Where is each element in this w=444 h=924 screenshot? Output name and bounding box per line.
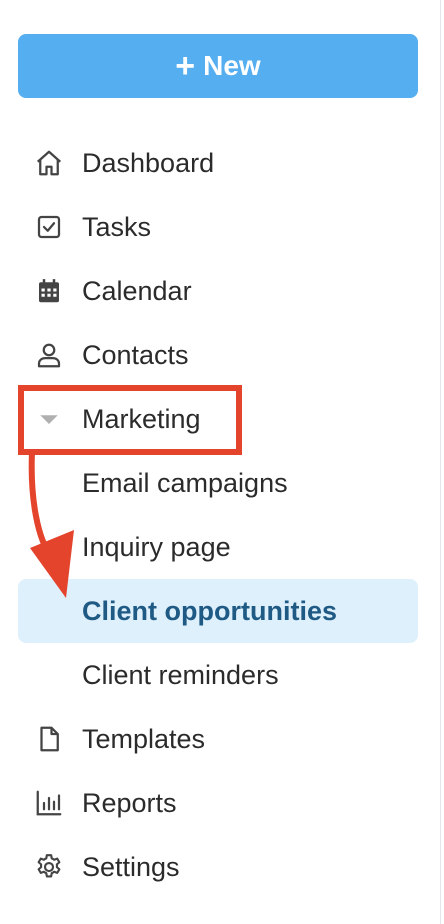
checkbox-icon xyxy=(32,210,66,244)
nav-item-tasks[interactable]: Tasks xyxy=(18,195,418,259)
nav-label-contacts: Contacts xyxy=(82,339,189,370)
nav-item-reports[interactable]: Reports xyxy=(18,771,418,835)
bar-chart-icon xyxy=(32,786,66,820)
new-button[interactable]: + New xyxy=(18,34,418,98)
nav-item-settings[interactable]: Settings xyxy=(18,835,418,899)
sidebar: + New Dashboard Tasks Calendar Contacts … xyxy=(0,0,441,924)
person-icon xyxy=(32,338,66,372)
nav-label-calendar: Calendar xyxy=(82,275,192,306)
nav-label-settings: Settings xyxy=(82,851,180,882)
gear-icon xyxy=(32,850,66,884)
nav-item-calendar[interactable]: Calendar xyxy=(18,259,418,323)
nav-item-contacts[interactable]: Contacts xyxy=(18,323,418,387)
nav-item-templates[interactable]: Templates xyxy=(18,707,418,771)
nav-label-tasks: Tasks xyxy=(82,211,152,242)
caret-down-icon xyxy=(32,402,66,436)
nav-item-dashboard[interactable]: Dashboard xyxy=(18,131,418,195)
sub-label-email-campaigns: Email campaigns xyxy=(82,467,288,498)
nav-label-marketing: Marketing xyxy=(82,403,201,434)
sub-item-client-opportunities[interactable]: Client opportunities xyxy=(18,579,418,643)
document-icon xyxy=(32,722,66,756)
sub-label-client-opportunities: Client opportunities xyxy=(82,595,337,626)
nav-label-dashboard: Dashboard xyxy=(82,147,215,178)
nav-item-marketing[interactable]: Marketing xyxy=(18,387,418,451)
sub-item-email-campaigns[interactable]: Email campaigns xyxy=(18,451,418,515)
sub-label-client-reminders: Client reminders xyxy=(82,659,279,690)
calendar-icon xyxy=(32,274,66,308)
nav-label-templates: Templates xyxy=(82,723,206,754)
home-icon xyxy=(32,146,66,180)
nav-label-reports: Reports xyxy=(82,787,177,818)
plus-icon: + xyxy=(175,47,196,85)
sub-item-client-reminders[interactable]: Client reminders xyxy=(18,643,418,707)
new-button-label: New xyxy=(203,50,261,81)
sub-item-inquiry-page[interactable]: Inquiry page xyxy=(18,515,418,579)
sub-label-inquiry-page: Inquiry page xyxy=(82,531,231,562)
